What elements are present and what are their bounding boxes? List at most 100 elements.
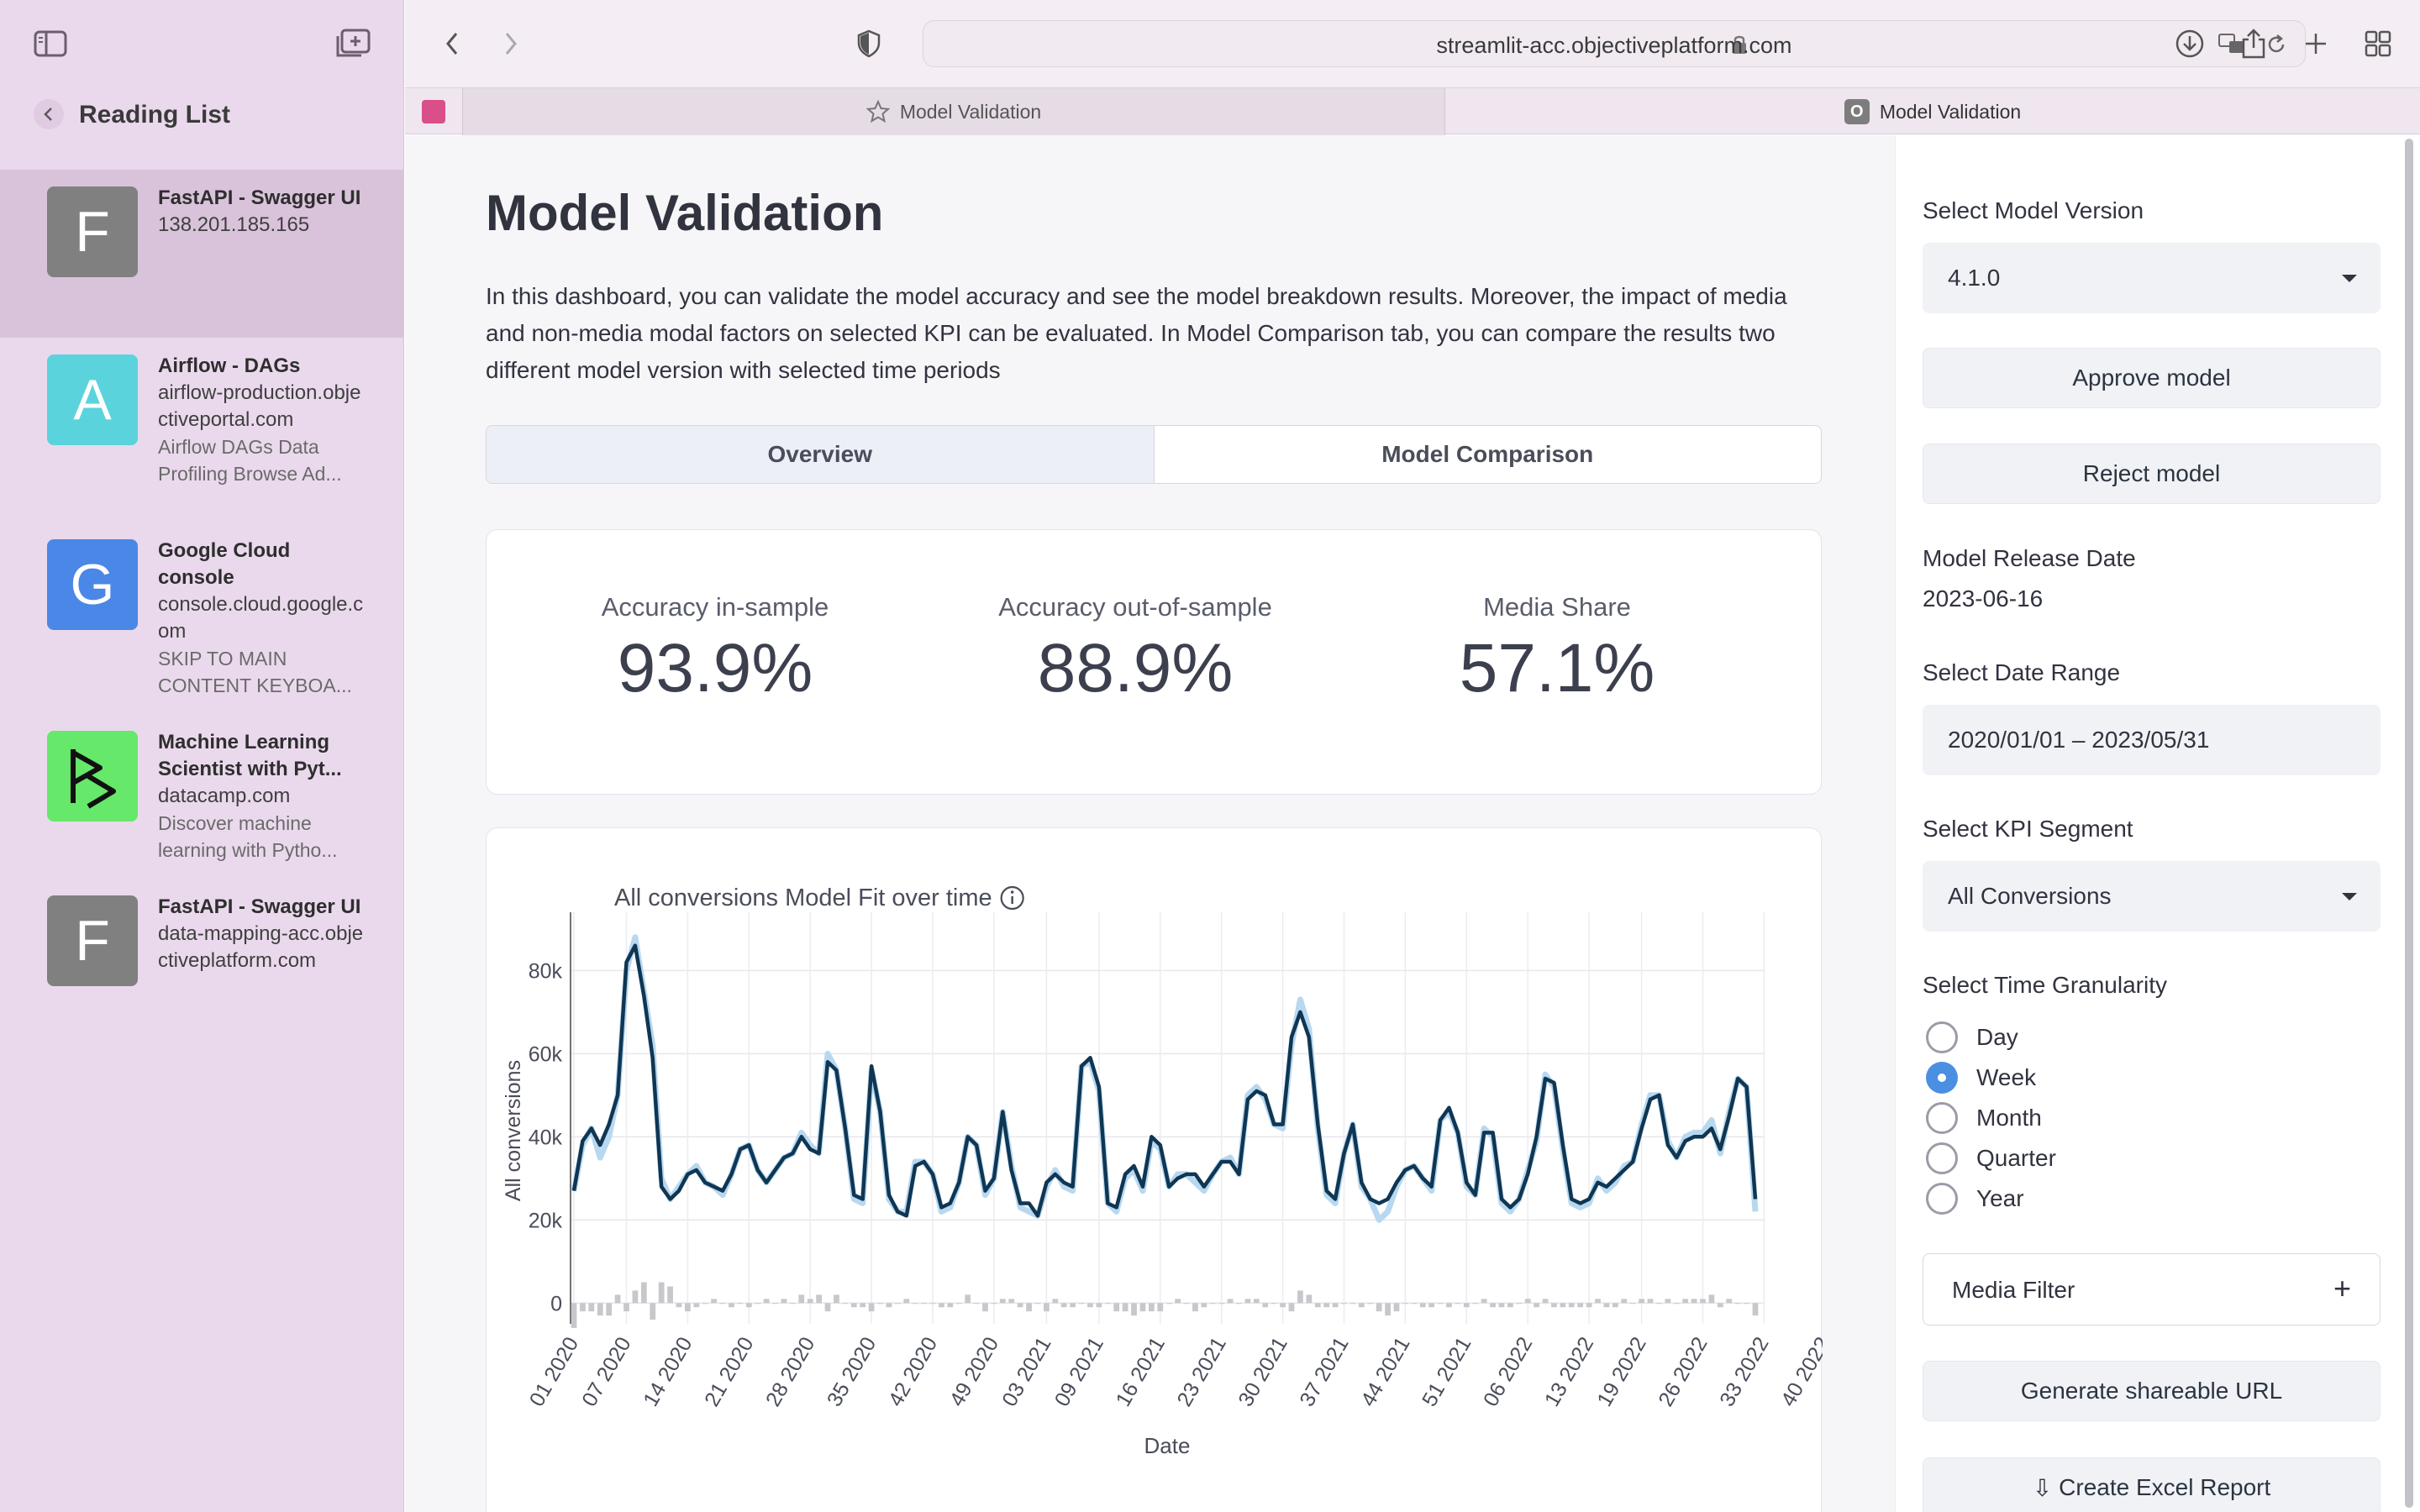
residual-bar [1017,1303,1023,1308]
media-filter-expander[interactable]: Media Filter + [1923,1253,2381,1326]
item-description: Airflow DAGs Data Profiling Browse Ad... [158,436,342,485]
tab-model-comparison[interactable]: Model Comparison [1155,426,1822,483]
create-excel-report-button[interactable]: ⇩ Create Excel Report [1923,1457,2381,1512]
radio-quarter[interactable]: Quarter [1926,1142,2056,1175]
item-url: datacamp.com [158,785,291,807]
x-tick-label: 01 2020 [525,1333,583,1410]
radio-button[interactable] [1926,1102,1958,1134]
model-fit-chart-card: All conversions Model Fit over time 0 20k… [486,827,1823,1512]
back-icon[interactable] [34,99,64,129]
radio-month[interactable]: Month [1926,1101,2042,1135]
residual-bar [999,1299,1006,1304]
sidebar-toggle-icon[interactable] [32,25,69,62]
residual-bar [1472,1303,1479,1305]
date-range-input[interactable]: 2020/01/01 – 2023/05/31 [1923,705,2381,775]
privacy-shield-icon[interactable] [850,25,887,62]
url-text: streamlit-acc.objectiveplatform.com [1436,33,1792,58]
approve-model-button[interactable]: Approve model [1923,348,2381,408]
residual-bar [729,1303,734,1308]
list-item[interactable]: A Airflow - DAGs airflow-production.obje… [0,338,404,522]
item-title: Google Cloud console [158,539,291,589]
x-axis-ticks: 01 202007 2020 14 2020 21 2020 28 2020 35 20… [525,1333,1823,1410]
tab-overview-icon[interactable] [2360,25,2396,62]
residual-bar [1551,1303,1557,1308]
page-scrollbar[interactable] [2405,139,2413,1508]
star-icon [865,100,890,123]
residual-bar [1175,1299,1181,1304]
residual-bar [1060,1303,1067,1308]
residual-bar [947,1303,954,1308]
residual-bar [1577,1303,1584,1308]
residual-bar [921,1303,927,1305]
reading-list-sidebar: Reading List F FastAPI - Swagger UI 138.… [0,0,404,1512]
scrollbar-thumb[interactable] [2405,139,2413,1508]
residual-bar [1428,1303,1435,1308]
residual-bar [1113,1303,1120,1312]
residual-bar [1490,1303,1496,1308]
residual-bar [1560,1303,1566,1308]
new-tab-icon[interactable] [2297,25,2334,62]
radio-button-selected[interactable] [1926,1062,1958,1094]
button-label: Create Excel Report [2059,1474,2271,1500]
downloads-icon[interactable] [2171,25,2208,62]
residual-bar [571,1303,577,1328]
radio-button[interactable] [1926,1183,1958,1215]
radio-label: Year [1976,1185,2024,1211]
info-icon[interactable] [1000,885,1024,911]
tab-model-validation-2[interactable]: O Model Validation [1445,88,2420,135]
time-granularity-label: Select Time Granularity [1923,972,2167,998]
list-item[interactable]: Machine Learning Scientist with Pyt... d… [0,714,404,879]
residual-bar [860,1303,866,1308]
kpi-segment-value: All Conversions [1948,883,2112,909]
radio-week[interactable]: Week [1926,1061,2036,1095]
tab-overview[interactable]: Overview [487,426,1155,483]
list-item[interactable]: G Google Cloud console console.cloud.goo… [0,522,404,714]
residual-bar [807,1299,813,1304]
residual-bar [1122,1303,1128,1312]
residual-bar [850,1303,857,1308]
tab-model-validation-1[interactable]: Model Validation [462,88,1445,135]
x-tick-label: 21 2020 [700,1333,758,1410]
reject-model-button[interactable]: Reject model [1923,444,2381,504]
generate-url-button[interactable]: Generate shareable URL [1923,1361,2381,1421]
kpi-segment-select[interactable]: All Conversions [1923,861,2381,932]
residual-bar [755,1303,761,1305]
radio-button[interactable] [1926,1142,1958,1174]
new-tab-group-icon[interactable] [334,25,371,62]
model-fit-chart[interactable]: All conversions Model Fit over time 0 20k… [487,828,1823,1512]
radio-label: Month [1976,1105,2042,1131]
residual-bar [1139,1303,1146,1312]
radio-button[interactable] [1926,1021,1958,1053]
list-item[interactable]: F FastAPI - Swagger UI 138.201.185.165 [0,170,404,338]
model-version-select[interactable]: 4.1.0 [1923,243,2381,313]
release-date-value: 2023-06-16 [1923,585,2044,612]
pinned-tab-icon[interactable] [422,100,445,123]
page-title: Model Validation [486,185,884,241]
residual-bar [1647,1299,1654,1304]
residual-bar [1201,1303,1207,1308]
radio-year[interactable]: Year [1926,1182,2024,1215]
address-bar[interactable]: streamlit-acc.objectiveplatform.com [923,20,2306,67]
back-icon[interactable] [434,25,471,62]
x-tick-label: 42 2020 [884,1333,942,1410]
residual-bar [973,1303,980,1305]
download-icon: ⇩ [2032,1474,2053,1501]
radio-day[interactable]: Day [1926,1021,2018,1054]
item-description: SKIP TO MAIN CONTENT KEYBOA... [158,648,352,696]
model-version-value: 4.1.0 [1948,265,2001,291]
list-item[interactable]: F FastAPI - Swagger UI data-mapping-acc.… [0,879,404,1047]
forward-icon[interactable] [492,25,529,62]
kpi-segment-label: Select KPI Segment [1923,816,2133,842]
y-tick-label: 40k [529,1126,563,1149]
residual-bar [745,1303,752,1308]
intro-text: In this dashboard, you can validate the … [486,283,1787,383]
radio-label: Day [1976,1024,2018,1050]
item-url: airflow-production.objectiveportal.com [158,381,361,431]
residual-bar [693,1303,700,1308]
residual-bar [623,1303,629,1312]
x-tick-label: 35 2020 [823,1333,881,1410]
chart-title: All conversions Model Fit over time [614,885,992,911]
share-icon[interactable] [2235,25,2272,62]
residual-bar [1332,1303,1339,1308]
residual-bar [1603,1303,1610,1308]
